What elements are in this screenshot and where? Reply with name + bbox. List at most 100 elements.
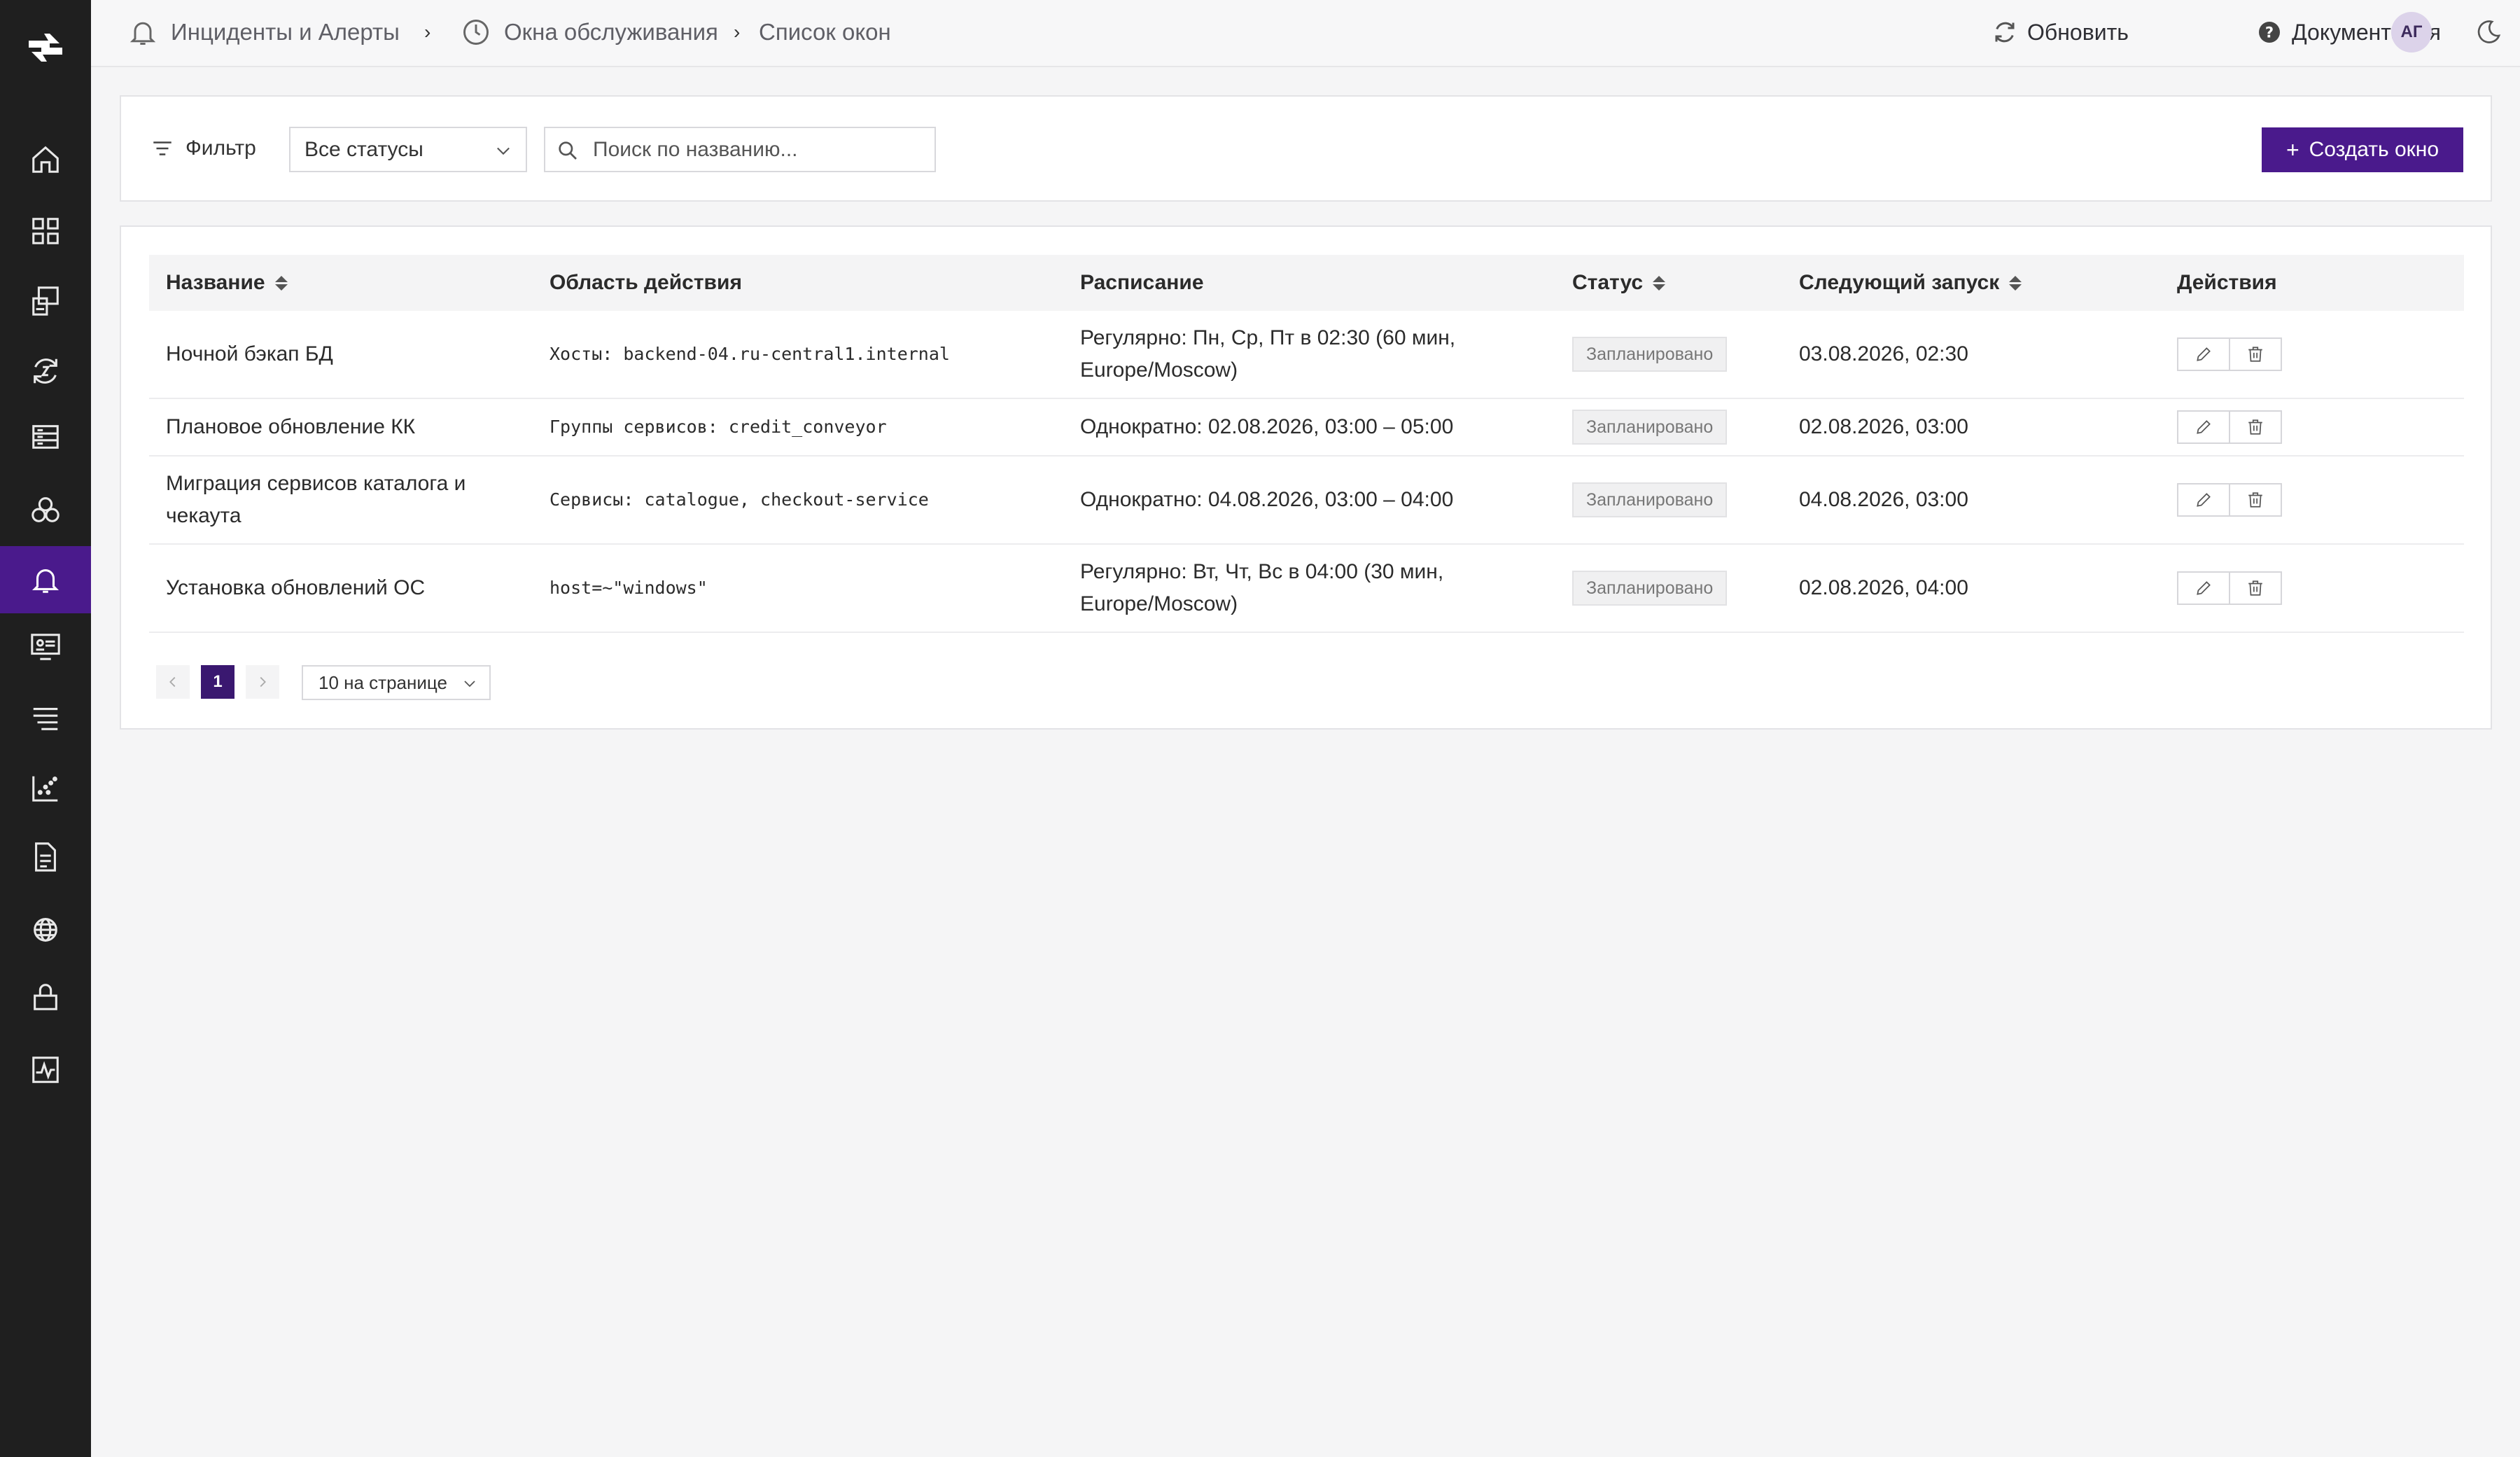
column-header-actions: Действия [2177,271,2277,294]
sidebar-item-dashboards[interactable] [0,197,91,265]
per-page-value: 10 на странице [318,671,447,693]
row-actions [2177,399,2282,455]
sidebar-item-security[interactable] [0,963,91,1031]
sidebar-item-services[interactable] [0,267,91,335]
pagination-next-button[interactable] [246,665,279,699]
sidebar-item-components[interactable] [0,476,91,543]
clock-icon [463,20,489,45]
monitor-icon [31,634,60,660]
chevron-down-icon [464,681,475,688]
sidebar-item-alerts[interactable] [0,546,91,613]
refresh-button[interactable]: Обновить [1992,0,2129,64]
top-header: Инциденты и Алерты › Окна обслуживания ›… [91,0,2520,67]
trash-icon [2248,492,2262,508]
delete-button[interactable] [2229,337,2282,371]
list-icon [33,708,58,730]
trash-icon [2248,347,2262,362]
maintenance-windows-table: Название Область действия Расписание Ста… [120,225,2492,730]
trash-icon [2248,419,2262,435]
breadcrumb-maintenance[interactable]: Окна обслуживания [461,0,718,64]
svg-text:?: ? [2265,25,2274,41]
sidebar-item-logs[interactable] [0,685,91,752]
scatter-icon [32,776,58,802]
filter-label: Фильтр [186,137,256,160]
status-select[interactable]: Все статусы [289,127,527,172]
window-name: Плановое обновление КК [166,415,416,438]
table-row[interactable]: Миграция сервисов каталога и чекаута Сер… [149,456,2464,545]
status-cell: Запланировано [1572,545,1728,632]
sidebar-item-integrations[interactable] [0,896,91,963]
filter-icon [153,141,172,155]
pagination-prev-button[interactable] [156,665,190,699]
window-schedule: Однократно: 04.08.2026, 03:00 – 04:00 [1080,488,1454,511]
create-window-button[interactable]: + Создать окно [2262,127,2463,172]
lock-icon [34,984,57,1010]
search-field[interactable] [544,127,936,172]
per-page-select[interactable]: 10 на странице [302,665,491,700]
window-schedule: Регулярно: Пн, Ср, Пт в 02:30 (60 мин, E… [1080,326,1456,382]
create-window-label: Создать окно [2309,138,2440,161]
window-scope: host=~"windows" [550,578,708,598]
sidebar [0,0,91,1457]
status-badge: Запланировано [1572,482,1728,517]
delete-button[interactable] [2229,410,2282,444]
status-badge: Запланировано [1572,337,1728,372]
column-header-status[interactable]: Статус [1572,255,1666,311]
edit-button[interactable] [2177,483,2230,517]
table-row[interactable]: Ночной бэкап БД Хосты: backend-04.ru-cen… [149,311,2464,399]
window-scope: Хосты: backend-04.ru-central1.internal [550,344,950,364]
sidebar-item-documents[interactable] [0,823,91,891]
refresh-label: Обновить [2027,19,2129,45]
window-scope: Сервисы: catalogue, checkout-service [550,489,929,510]
chevron-down-icon [497,147,510,155]
sidebar-item-metrics[interactable] [0,755,91,822]
next-run: 02.08.2026, 04:00 [1799,576,1968,599]
next-run: 02.08.2026, 03:00 [1799,415,1968,438]
trash-icon [2248,580,2262,596]
table-header: Название Область действия Расписание Ста… [149,255,2464,311]
row-actions [2177,311,2282,398]
help-circle-icon: ? [2259,22,2280,43]
home-icon [32,146,59,173]
pencil-icon [2197,493,2211,507]
pagination-page-1[interactable]: 1 [201,665,234,699]
pencil-icon [2197,581,2211,595]
status-cell: Запланировано [1572,456,1728,543]
column-header-name[interactable]: Название [166,255,288,311]
edit-button[interactable] [2177,410,2230,444]
sidebar-item-hosts[interactable] [0,403,91,470]
search-icon [559,141,577,160]
next-run: 03.08.2026, 02:30 [1799,342,1968,365]
table-row[interactable]: Установка обновлений ОС host=~"windows" … [149,545,2464,633]
refresh-icon [1995,22,2015,43]
sort-icon [1653,275,1666,291]
delete-button[interactable] [2229,483,2282,517]
avatar[interactable]: АГ [2391,12,2432,53]
column-header-next-run[interactable]: Следующий запуск [1799,255,2022,311]
status-cell: Запланировано [1572,399,1728,455]
moon-icon[interactable] [2474,18,2502,46]
edit-button[interactable] [2177,571,2230,605]
logo-icon[interactable] [24,27,66,69]
breadcrumb-incidents[interactable]: Инциденты и Алерты [127,0,400,64]
column-header-scope: Область действия [550,271,742,294]
window-schedule: Регулярно: Вт, Чт, Вс в 04:00 (30 мин, E… [1080,560,1444,615]
grid-icon [32,218,59,244]
sidebar-item-activity[interactable] [0,1036,91,1103]
rack-icon [32,425,59,449]
search-input[interactable] [593,134,929,166]
filter-button[interactable]: Фильтр [150,97,256,200]
sync-icon [34,358,57,384]
edit-button[interactable] [2177,337,2230,371]
chevron-right-icon: › [424,21,431,43]
filter-bar: Фильтр Все статусы + Создать окно [120,95,2492,202]
document-icon [35,842,56,872]
sort-icon [274,275,288,291]
cubes-icon [31,497,59,522]
delete-button[interactable] [2229,571,2282,605]
sidebar-item-monitor[interactable] [0,613,91,681]
table-row[interactable]: Плановое обновление КК Группы сервисов: … [149,399,2464,456]
sidebar-item-sync[interactable] [0,337,91,405]
column-header-schedule: Расписание [1080,271,1204,294]
sidebar-item-home[interactable] [0,126,91,193]
